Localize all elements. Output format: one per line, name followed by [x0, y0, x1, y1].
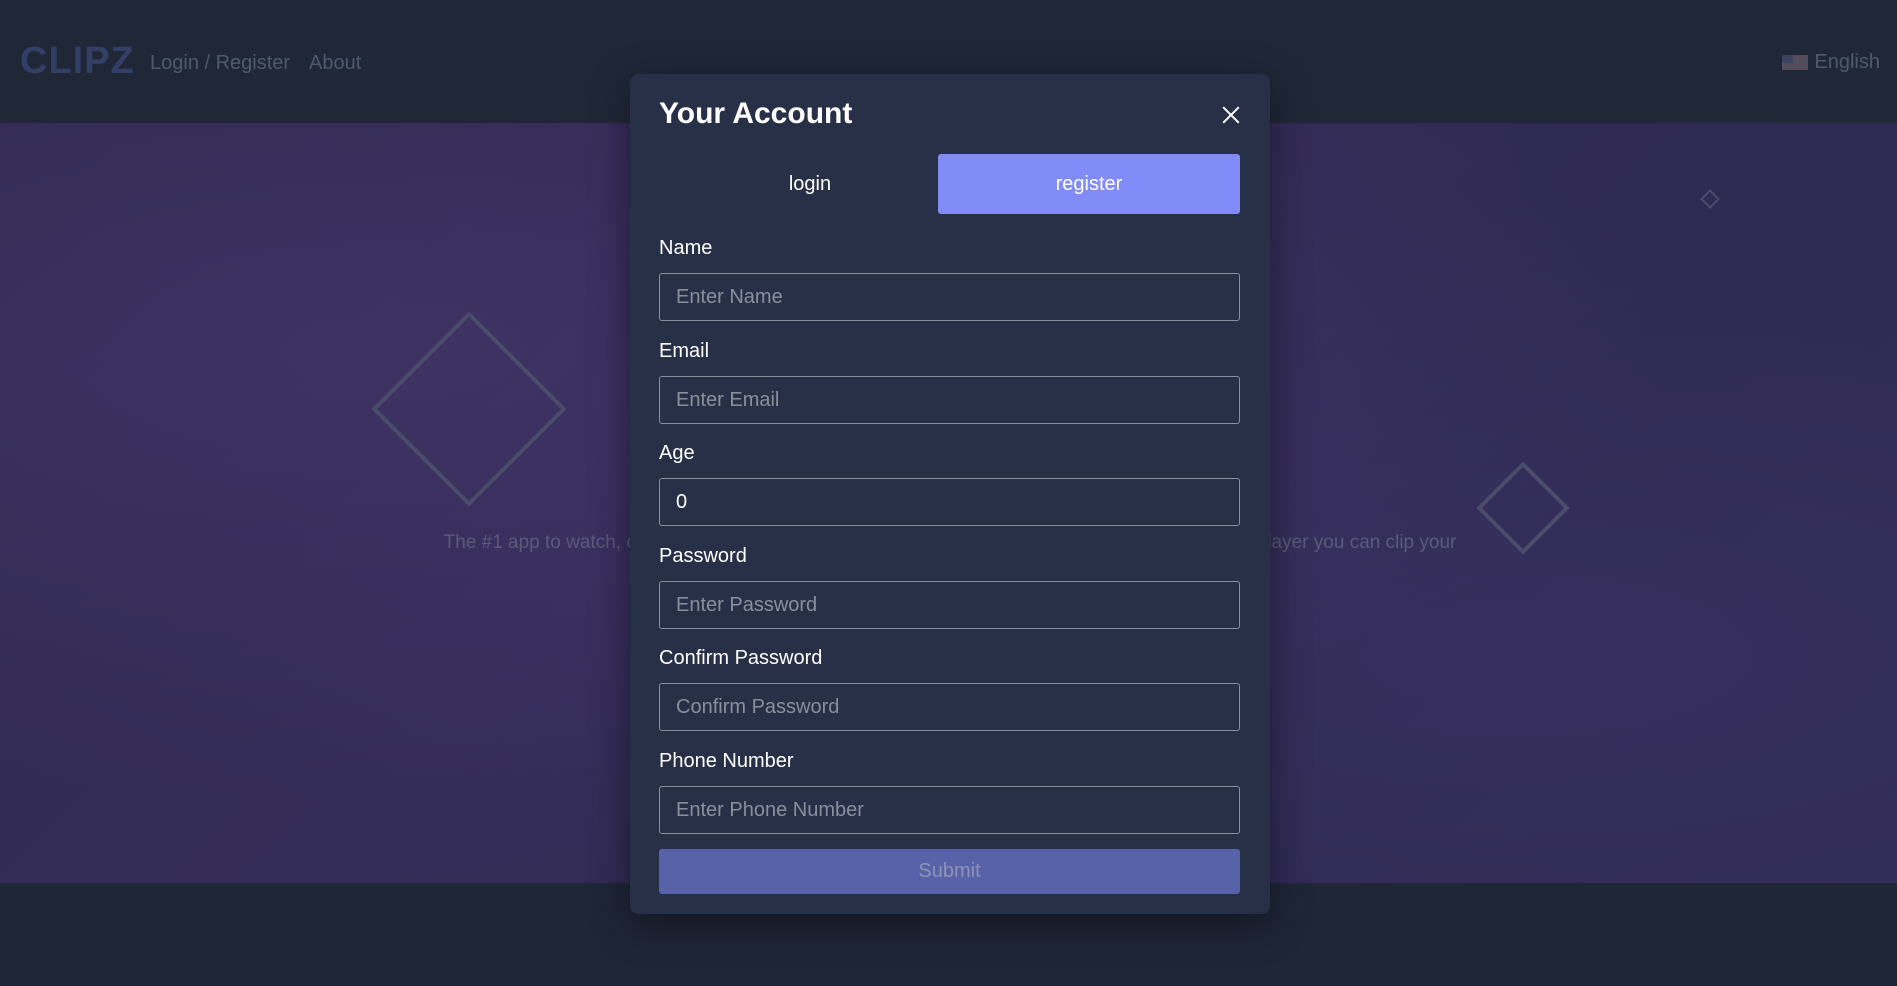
- account-modal: Your Account login register Name Email A…: [630, 74, 1270, 914]
- tab-login[interactable]: login: [659, 154, 961, 214]
- language-selector[interactable]: English: [1782, 51, 1880, 74]
- confirm-password-label: Confirm Password: [659, 647, 823, 669]
- password-field[interactable]: [659, 581, 1240, 629]
- logo[interactable]: CLIPZ: [20, 40, 135, 83]
- confirm-password-field[interactable]: [659, 683, 1240, 731]
- tab-register[interactable]: register: [938, 154, 1240, 214]
- modal-title: Your Account: [659, 97, 853, 130]
- password-label: Password: [659, 545, 747, 567]
- language-label: English: [1814, 51, 1880, 73]
- phone-label: Phone Number: [659, 750, 794, 772]
- phone-number-field[interactable]: [659, 786, 1240, 834]
- age-label: Age: [659, 442, 695, 464]
- submit-button[interactable]: Submit: [659, 849, 1240, 894]
- name-field[interactable]: [659, 273, 1240, 321]
- us-flag-icon: [1782, 55, 1809, 70]
- auth-tabs: login register: [659, 154, 1240, 214]
- name-label: Name: [659, 237, 713, 259]
- nav-about-link[interactable]: About: [309, 52, 361, 75]
- email-field[interactable]: [659, 376, 1240, 424]
- nav-login-register-link[interactable]: Login / Register: [150, 52, 290, 75]
- email-label: Email: [659, 340, 710, 362]
- age-field[interactable]: [659, 478, 1240, 526]
- close-icon[interactable]: [1216, 100, 1246, 130]
- decorative-diamond: [1700, 189, 1720, 209]
